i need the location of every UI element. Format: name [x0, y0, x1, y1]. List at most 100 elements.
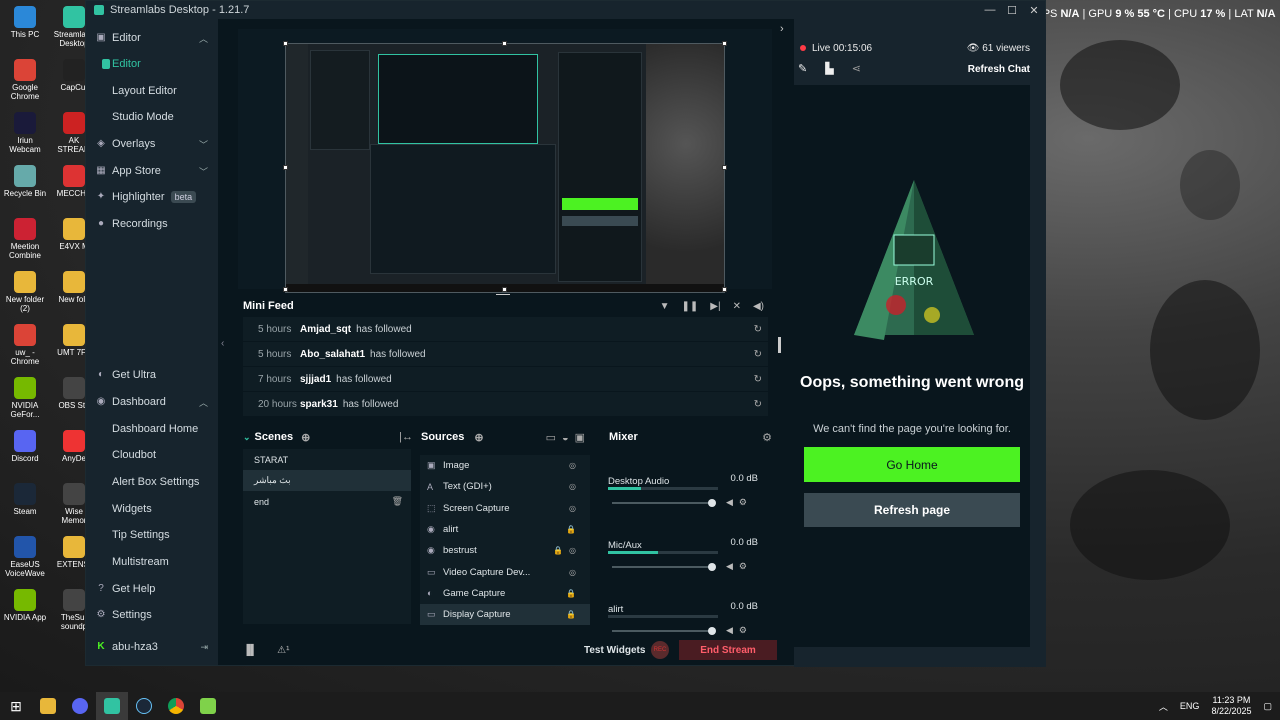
volume-icon[interactable]: ◀) — [753, 301, 764, 312]
nav-multistream[interactable]: Multistream — [86, 550, 218, 574]
chevron-up-icon[interactable]: ︿ — [199, 396, 208, 409]
scene-transitions-icon[interactable]: |↔ — [399, 431, 413, 443]
desktop-icon[interactable]: Google Chrome — [3, 59, 47, 101]
visibility-lock-icon[interactable]: 🔒◎ — [553, 546, 582, 555]
source-item[interactable]: A Text (GDI+) ◎ — [420, 476, 590, 497]
replay-icon[interactable]: ↻ — [754, 399, 762, 410]
go-home-button[interactable]: Go Home — [804, 447, 1020, 482]
feed-user[interactable]: Amjad_sqt — [300, 324, 351, 335]
nav-tip-settings[interactable]: Tip Settings — [86, 523, 218, 547]
source-item[interactable]: ◉ bestrust 🔒◎ — [420, 540, 590, 561]
mixer-settings-icon[interactable]: ⚙ — [762, 431, 772, 444]
preview-screen-capture[interactable] — [285, 43, 725, 293]
minimize-icon[interactable]: — — [979, 4, 1001, 17]
nav-get-help[interactable]: ? Get Help — [86, 577, 218, 601]
stream-info-icon[interactable]: ▙ — [825, 62, 833, 75]
taskbar-discord[interactable] — [64, 692, 96, 720]
visibility-lock-icon[interactable]: ◎ — [569, 504, 582, 513]
edit-stream-icon[interactable]: ✎ — [798, 62, 807, 75]
nav-user[interactable]: Kabu-hza3 ⇥ — [86, 635, 218, 659]
maximize-icon[interactable]: ☐ — [1001, 4, 1023, 17]
scene-item[interactable]: end 🗑 — [243, 491, 411, 512]
slider-knob[interactable] — [708, 499, 716, 507]
feed-user[interactable]: spark31 — [300, 399, 338, 410]
collapse-icon[interactable]: ⌄ — [243, 432, 251, 443]
desktop-icon[interactable]: EaseUS VoiceWave — [3, 536, 47, 578]
taskbar-file-explorer[interactable] — [32, 692, 64, 720]
nav-alert-box-settings[interactable]: Alert Box Settings — [86, 470, 218, 494]
source-item[interactable]: ◐ Game Capture 🔒 — [420, 583, 590, 604]
taskbar-app[interactable] — [192, 692, 224, 720]
visibility-lock-icon[interactable]: ◎ — [569, 482, 582, 491]
desktop-icon[interactable]: Iriun Webcam — [3, 112, 47, 154]
source-item[interactable]: ▣ Image ◎ — [420, 455, 590, 476]
nav-dashboard-home[interactable]: Dashboard Home — [86, 417, 218, 441]
nav-highlighter[interactable]: ✦ Highlighter beta — [86, 185, 218, 209]
visibility-lock-icon[interactable]: 🔒 — [566, 589, 582, 598]
nav-editor[interactable]: ▣ Editor ︿ — [86, 26, 218, 50]
clock[interactable]: 11:23 PM 8/22/2025 — [1211, 695, 1251, 717]
mute-gear-icon[interactable]: ◀⚙ — [726, 497, 753, 508]
filter-icon[interactable]: ▼ — [660, 301, 670, 312]
slider-knob[interactable] — [708, 563, 716, 571]
replay-icon[interactable]: ↻ — [754, 324, 762, 335]
nav-studio-mode[interactable]: Studio Mode — [86, 105, 218, 129]
stream-preview[interactable] — [238, 29, 772, 293]
source-item[interactable]: ▭ Video Capture Dev... ◎ — [420, 561, 590, 582]
replay-icon[interactable]: ↻ — [754, 374, 762, 385]
desktop-icon[interactable]: Discord — [3, 430, 47, 463]
record-button[interactable]: REC — [651, 641, 669, 659]
chevron-down-icon[interactable]: ﹀ — [199, 138, 208, 151]
test-widgets-button[interactable]: Test Widgets — [584, 645, 645, 656]
volume-slider[interactable] — [612, 499, 716, 507]
tray-expand-icon[interactable]: ︿ — [1159, 700, 1168, 713]
nav-cloudbot[interactable]: Cloudbot — [86, 443, 218, 467]
visibility-lock-icon[interactable]: ◎ — [569, 461, 582, 470]
alerts-icon[interactable]: ⚠¹ — [277, 645, 289, 656]
refresh-chat-button[interactable]: Refresh Chat — [968, 64, 1030, 75]
collapse-chat-icon[interactable]: › — [780, 23, 784, 35]
add-scene-icon[interactable]: ⊕ — [301, 431, 310, 444]
nav-overlays[interactable]: ◈ Overlays ﹀ — [86, 132, 218, 156]
skip-icon[interactable]: ▶| — [710, 301, 720, 312]
desktop-icon[interactable]: This PC — [3, 6, 47, 39]
feed-user[interactable]: sjjjad1 — [300, 374, 331, 385]
logout-icon[interactable]: ⇥ — [200, 642, 208, 653]
source-item[interactable]: ▭ Display Capture 🔒 — [420, 604, 590, 626]
mute-gear-icon[interactable]: ◀⚙ — [726, 561, 753, 572]
scene-item[interactable]: STARAT — [243, 449, 411, 470]
nav-editor-sub[interactable]: Editor — [86, 52, 218, 76]
visibility-lock-icon[interactable]: 🔒 — [566, 610, 582, 619]
taskbar-steam[interactable] — [128, 692, 160, 720]
taskbar-streamlabs[interactable] — [96, 692, 128, 720]
visibility-lock-icon[interactable]: 🔒 — [566, 525, 582, 534]
feed-user[interactable]: Abo_salahat1 — [300, 349, 365, 360]
notifications-icon[interactable]: ▢ — [1263, 701, 1272, 712]
source-item[interactable]: ⬚ Screen Capture ◎ — [420, 498, 590, 519]
desktop-icon[interactable]: NVIDIA GeFor... — [3, 377, 47, 419]
nav-recordings[interactable]: ● Recordings — [86, 212, 218, 236]
mute-alerts-icon[interactable]: ✕ — [733, 301, 741, 312]
chevron-up-icon[interactable]: ︿ — [199, 32, 208, 45]
source-tools-icon[interactable]: ▭◒▣ — [546, 431, 591, 444]
volume-slider[interactable] — [612, 563, 716, 571]
nav-widgets[interactable]: Widgets — [86, 497, 218, 521]
chat-resize-handle[interactable] — [778, 337, 781, 353]
taskbar-chrome[interactable] — [160, 692, 192, 720]
source-item[interactable]: ◉ alirt 🔒 — [420, 519, 590, 540]
add-source-icon[interactable]: ⊕ — [474, 431, 483, 444]
replay-icon[interactable]: ↻ — [754, 349, 762, 360]
chevron-down-icon[interactable]: ﹀ — [199, 165, 208, 178]
scene-item[interactable]: بث مباشر — [243, 470, 411, 491]
nav-get-ultra[interactable]: ◐ Get Ultra — [86, 363, 218, 387]
end-stream-button[interactable]: End Stream — [679, 640, 777, 660]
language-indicator[interactable]: ENG — [1180, 701, 1200, 711]
desktop-icon[interactable]: Recycle Bin — [3, 165, 47, 198]
desktop-icon[interactable]: Steam — [3, 483, 47, 516]
trash-icon[interactable]: 🗑 — [392, 496, 403, 507]
desktop-icon[interactable]: New folder (2) — [3, 271, 47, 313]
desktop-icon[interactable]: Meetion Combine — [3, 218, 47, 260]
start-button[interactable]: ⊞ — [0, 692, 32, 720]
collapse-nav-icon[interactable]: ‹ — [221, 338, 224, 349]
share-icon[interactable]: ⋖ — [852, 62, 861, 75]
